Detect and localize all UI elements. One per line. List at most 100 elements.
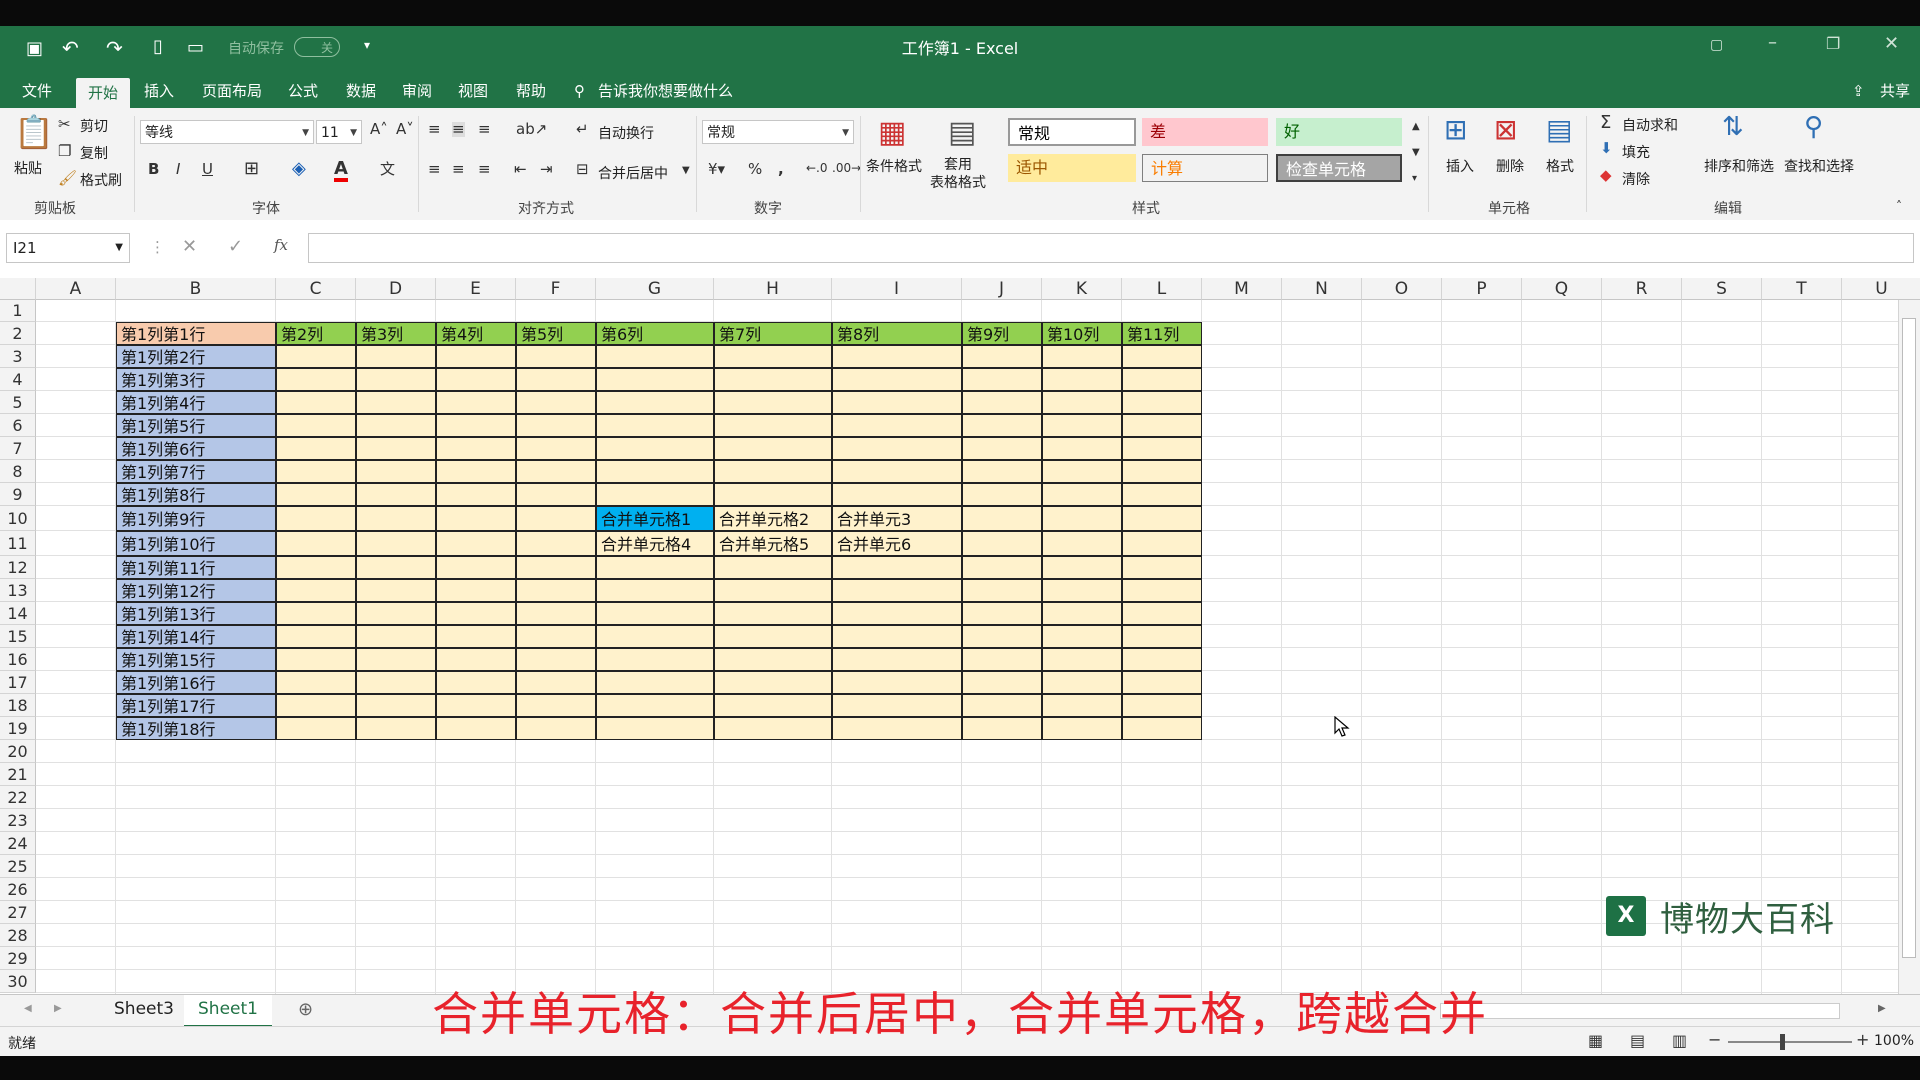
copy-button[interactable]: 复制: [80, 143, 108, 163]
merge-dropdown-icon[interactable]: ▼: [682, 166, 690, 176]
table-body-cell[interactable]: [356, 625, 436, 648]
table-body-cell[interactable]: [714, 671, 832, 694]
table-body-cell[interactable]: [516, 671, 596, 694]
table-body-cell[interactable]: [1122, 531, 1202, 556]
table-body-cell[interactable]: [1122, 391, 1202, 414]
row-header[interactable]: 3: [0, 345, 36, 368]
merge-demo-cell[interactable]: 合并单元格4: [596, 531, 714, 556]
table-row-label[interactable]: 第1列第7行: [116, 460, 276, 483]
column-header[interactable]: J: [962, 278, 1042, 300]
tell-me-box[interactable]: 告诉我你想要做什么: [598, 74, 733, 108]
tab-home[interactable]: 开始: [76, 78, 131, 108]
row-header[interactable]: 6: [0, 414, 36, 437]
collapse-ribbon-icon[interactable]: ˄: [1896, 200, 1902, 212]
table-body-cell[interactable]: [596, 602, 714, 625]
table-body-cell[interactable]: [516, 556, 596, 579]
table-body-cell[interactable]: [356, 531, 436, 556]
merge-center-button[interactable]: 合并后居中: [598, 163, 668, 183]
table-body-cell[interactable]: [1122, 694, 1202, 717]
table-body-cell[interactable]: [1042, 671, 1122, 694]
table-body-cell[interactable]: [1042, 602, 1122, 625]
paste-button[interactable]: 粘贴: [14, 158, 42, 178]
insert-function-button[interactable]: fx: [274, 238, 288, 253]
table-body-cell[interactable]: [832, 391, 962, 414]
table-body-cell[interactable]: [962, 556, 1042, 579]
share-button[interactable]: 共享: [1880, 74, 1910, 108]
column-header[interactable]: D: [356, 278, 436, 300]
row-header[interactable]: 23: [0, 809, 36, 832]
merge-demo-cell[interactable]: 合并单元格1: [596, 506, 714, 531]
table-body-cell[interactable]: [1042, 717, 1122, 740]
style-normal[interactable]: 常规: [1008, 118, 1136, 146]
fill-color-icon[interactable]: ◈: [292, 160, 306, 178]
ribbon-display-icon[interactable]: ▢: [1710, 38, 1723, 52]
column-header[interactable]: U: [1842, 278, 1920, 300]
clear-button[interactable]: 清除: [1622, 169, 1650, 189]
row-header[interactable]: 21: [0, 763, 36, 786]
increase-decimal-icon[interactable]: ←.0: [806, 162, 828, 174]
increase-indent-icon[interactable]: ⇥: [540, 162, 553, 177]
table-row-label[interactable]: 第1列第12行: [116, 579, 276, 602]
table-body-cell[interactable]: [436, 694, 516, 717]
align-left-icon[interactable]: ≡: [428, 162, 441, 177]
table-body-cell[interactable]: [516, 579, 596, 602]
insert-cells-button[interactable]: 插入: [1446, 156, 1474, 176]
table-body-cell[interactable]: [596, 414, 714, 437]
table-body-cell[interactable]: [714, 648, 832, 671]
table-body-cell[interactable]: [832, 579, 962, 602]
table-body-cell[interactable]: [832, 460, 962, 483]
column-header[interactable]: L: [1122, 278, 1202, 300]
table-body-cell[interactable]: [516, 506, 596, 531]
table-header-cell[interactable]: 第8列: [832, 322, 962, 345]
number-format-select[interactable]: 常规 ▼: [702, 120, 854, 144]
table-body-cell[interactable]: [1042, 368, 1122, 391]
table-body-cell[interactable]: [436, 648, 516, 671]
row-header[interactable]: 27: [0, 901, 36, 924]
row-header[interactable]: 14: [0, 602, 36, 625]
table-body-cell[interactable]: [596, 671, 714, 694]
row-header[interactable]: 26: [0, 878, 36, 901]
format-painter-icon[interactable]: 🖌: [58, 171, 77, 186]
table-body-cell[interactable]: [1122, 648, 1202, 671]
table-row-label[interactable]: 第1列第9行: [116, 506, 276, 531]
increase-font-icon[interactable]: A˄: [370, 122, 388, 137]
table-body-cell[interactable]: [1042, 579, 1122, 602]
row-header[interactable]: 13: [0, 579, 36, 602]
row-header[interactable]: 15: [0, 625, 36, 648]
copy-icon[interactable]: ❐: [58, 144, 71, 159]
merge-demo-cell[interactable]: 合并单元6: [832, 531, 962, 556]
scissors-icon[interactable]: ✂: [58, 117, 71, 132]
table-body-cell[interactable]: [436, 717, 516, 740]
table-body-cell[interactable]: [832, 602, 962, 625]
align-center-icon[interactable]: ≡: [452, 162, 465, 177]
table-body-cell[interactable]: [276, 531, 356, 556]
table-body-cell[interactable]: [714, 717, 832, 740]
orientation-icon[interactable]: ab↗: [516, 122, 547, 137]
table-body-cell[interactable]: [596, 694, 714, 717]
row-header[interactable]: 7: [0, 437, 36, 460]
format-cells-button[interactable]: 格式: [1546, 156, 1574, 176]
table-body-cell[interactable]: [516, 625, 596, 648]
table-body-cell[interactable]: [356, 556, 436, 579]
table-body-cell[interactable]: [962, 694, 1042, 717]
row-header[interactable]: 17: [0, 671, 36, 694]
table-body-cell[interactable]: [436, 602, 516, 625]
merge-center-icon[interactable]: ⊟: [576, 162, 589, 177]
table-header-cell[interactable]: 第5列: [516, 322, 596, 345]
column-header[interactable]: G: [596, 278, 714, 300]
table-body-cell[interactable]: [832, 368, 962, 391]
table-row-label[interactable]: 第1列第5行: [116, 414, 276, 437]
row-header[interactable]: 5: [0, 391, 36, 414]
confirm-entry-icon[interactable]: ✓: [228, 238, 243, 256]
style-check-cell[interactable]: 检查单元格: [1276, 154, 1402, 182]
table-header-cell[interactable]: 第3列: [356, 322, 436, 345]
table-row-label[interactable]: 第1列第8行: [116, 483, 276, 506]
row-header[interactable]: 4: [0, 368, 36, 391]
column-header[interactable]: N: [1282, 278, 1362, 300]
table-body-cell[interactable]: [962, 531, 1042, 556]
table-body-cell[interactable]: [596, 368, 714, 391]
row-header[interactable]: 2: [0, 322, 36, 345]
table-row-label[interactable]: 第1列第11行: [116, 556, 276, 579]
table-row-label[interactable]: 第1列第6行: [116, 437, 276, 460]
format-cells-icon[interactable]: ▤: [1546, 116, 1572, 144]
